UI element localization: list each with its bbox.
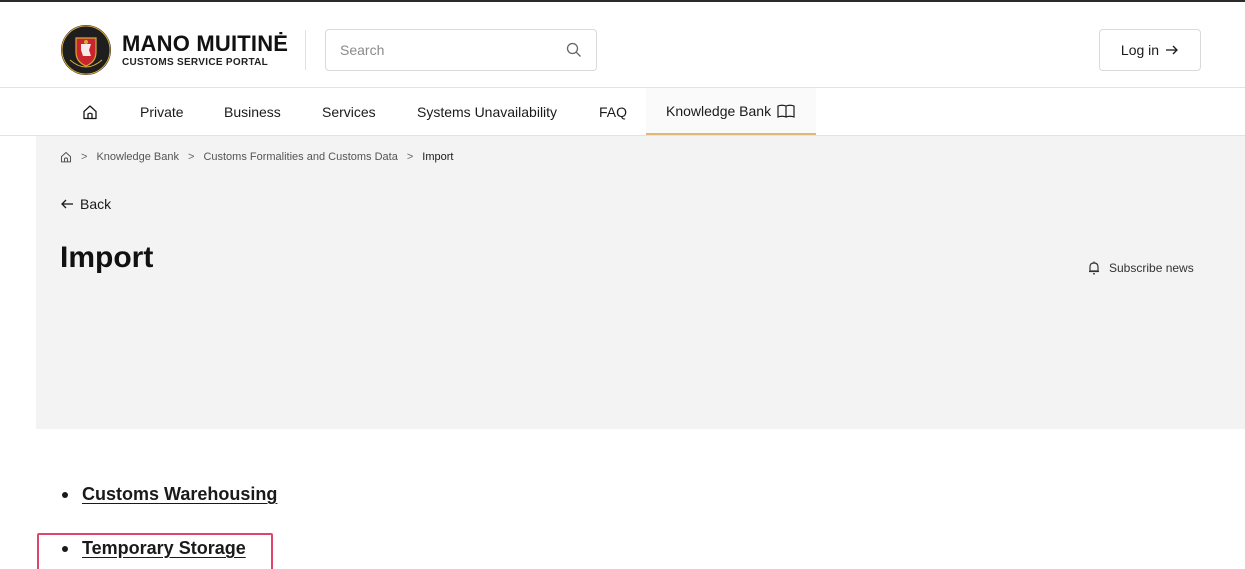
search-icon[interactable] xyxy=(566,42,582,58)
nav-item-label: Business xyxy=(224,103,281,120)
site-header: MANO MUITINĖ CUSTOMS SERVICE PORTAL Log … xyxy=(0,2,1245,88)
nav-item-systems-unavailability[interactable]: Systems Unavailability xyxy=(417,88,557,135)
bullet xyxy=(62,491,68,498)
selection-highlight xyxy=(37,533,273,569)
breadcrumb: > Knowledge Bank > Customs Formalities a… xyxy=(60,151,453,163)
header-divider xyxy=(305,30,306,70)
breadcrumb-item-current: Import xyxy=(422,151,454,163)
nav-item-label: Services xyxy=(322,103,376,120)
search-box[interactable] xyxy=(325,29,597,71)
breadcrumb-separator-icon: > xyxy=(188,151,195,163)
nav-item-label: FAQ xyxy=(599,103,628,120)
subscribe-label: Subscribe news xyxy=(1109,261,1194,275)
subscribe-news-button[interactable]: Subscribe news xyxy=(1088,261,1194,275)
nav-item-label: Private xyxy=(140,103,184,120)
breadcrumb-separator-icon: > xyxy=(406,151,414,163)
nav-item-business[interactable]: Business xyxy=(224,88,281,135)
brand-subtitle: CUSTOMS SERVICE PORTAL xyxy=(122,56,269,68)
site-logo[interactable]: MANO MUITINĖ CUSTOMS SERVICE PORTAL xyxy=(60,24,288,76)
list-item: Customs Warehousing xyxy=(60,484,277,505)
main-nav: Private Business Services Systems Unavai… xyxy=(0,88,1245,136)
back-label: Back xyxy=(80,196,112,212)
brand-title: MANO MUITINĖ xyxy=(122,30,289,56)
nav-item-private[interactable]: Private xyxy=(140,88,184,135)
arrow-left-icon xyxy=(61,199,73,209)
breadcrumb-separator-icon: > xyxy=(81,151,88,163)
search-input[interactable] xyxy=(340,42,566,58)
login-label: Log in xyxy=(1120,42,1160,58)
nav-home[interactable] xyxy=(80,88,100,135)
page-header-section xyxy=(36,136,1245,429)
nav-item-services[interactable]: Services xyxy=(322,88,376,135)
book-icon xyxy=(777,104,795,118)
nav-item-faq[interactable]: FAQ xyxy=(599,88,627,135)
login-button[interactable]: Log in xyxy=(1099,29,1201,71)
home-icon xyxy=(83,104,97,119)
nav-item-label: Systems Unavailability xyxy=(417,103,558,120)
breadcrumb-item-knowledge-bank[interactable]: Knowledge Bank xyxy=(96,151,179,163)
customs-emblem-icon xyxy=(61,25,111,75)
link-customs-warehousing[interactable]: Customs Warehousing xyxy=(82,484,277,505)
breadcrumb-item-customs-formalities[interactable]: Customs Formalities and Customs Data xyxy=(203,151,397,163)
back-link[interactable]: Back xyxy=(60,196,111,212)
nav-item-label: Knowledge Bank xyxy=(666,102,772,119)
nav-item-knowledge-bank[interactable]: Knowledge Bank xyxy=(646,88,816,135)
page-title: Import xyxy=(60,241,154,274)
bell-icon xyxy=(1089,261,1099,275)
arrow-right-icon xyxy=(1166,45,1178,55)
home-icon[interactable] xyxy=(60,151,72,163)
